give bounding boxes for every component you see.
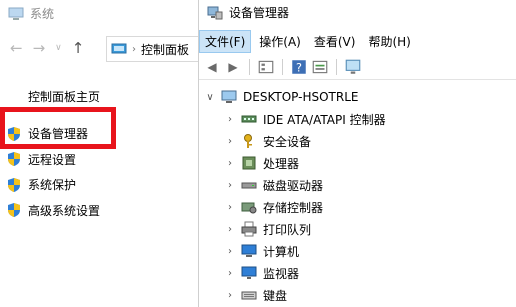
device-tree: ∨ DESKTOP-HSOTRLE › IDE ATA/ATAPI 控制器 › bbox=[199, 86, 516, 306]
toolbar-separator bbox=[249, 58, 250, 75]
monitor-icon[interactable] bbox=[344, 58, 362, 76]
chevron-right-icon[interactable]: › bbox=[225, 246, 235, 257]
shield-icon bbox=[8, 177, 20, 192]
chevron-right-icon[interactable]: › bbox=[225, 114, 235, 125]
menu-action[interactable]: 操作(A) bbox=[254, 31, 306, 52]
computer-name: DESKTOP-HSOTRLE bbox=[243, 90, 359, 104]
shield-icon bbox=[8, 203, 20, 218]
ide-controller-icon bbox=[241, 115, 257, 123]
chevron-right-icon[interactable]: › bbox=[225, 202, 235, 213]
device-manager-title: 设备管理器 bbox=[229, 6, 290, 20]
menu-help[interactable]: 帮助(H) bbox=[363, 31, 415, 52]
chevron-right-icon[interactable]: › bbox=[225, 158, 235, 169]
system-protection-link-label: 系统保护 bbox=[28, 178, 77, 193]
system-window: 系统 ← → ∨ ↑ › 控制面板 控制面板主页 设备管理器 远程设置 系统保护… bbox=[0, 0, 198, 307]
tree-root-node[interactable]: ∨ DESKTOP-HSOTRLE bbox=[199, 86, 516, 108]
shield-icon bbox=[8, 152, 20, 167]
nav-buttons: ← → ∨ ↑ bbox=[10, 40, 84, 56]
back-icon[interactable]: ◀ bbox=[203, 58, 221, 76]
tree-item-label: 安全设备 bbox=[263, 134, 312, 149]
tree-item-storage-controllers[interactable]: › 存储控制器 bbox=[199, 196, 516, 218]
tree-item-label: 磁盘驱动器 bbox=[263, 178, 324, 193]
tree-item-label: 键盘 bbox=[263, 288, 288, 303]
recent-dropdown-icon[interactable]: ∨ bbox=[55, 40, 62, 56]
keyboard-icon bbox=[241, 291, 257, 300]
control-panel-icon bbox=[111, 43, 127, 54]
up-icon[interactable]: ↑ bbox=[72, 40, 85, 56]
tree-item-ide-controllers[interactable]: › IDE ATA/ATAPI 控制器 bbox=[199, 108, 516, 130]
device-manager-window: 设备管理器 文件(F) 操作(A) 查看(V) 帮助(H) ◀ ▶ ? ∨ DE… bbox=[198, 0, 516, 307]
menu-file[interactable]: 文件(F) bbox=[199, 29, 252, 53]
system-icon bbox=[8, 7, 24, 20]
tree-item-processors[interactable]: › 处理器 bbox=[199, 152, 516, 174]
forward-icon[interactable]: ▶ bbox=[224, 58, 242, 76]
storage-controller-icon bbox=[241, 202, 257, 214]
computer-icon bbox=[241, 244, 257, 257]
tree-item-label: IDE ATA/ATAPI 控制器 bbox=[263, 112, 386, 127]
tree-item-disk-drives[interactable]: › 磁盘驱动器 bbox=[199, 174, 516, 196]
tree-item-security-devices[interactable]: › 安全设备 bbox=[199, 130, 516, 152]
print-queue-icon bbox=[241, 221, 257, 237]
menu-view[interactable]: 查看(V) bbox=[309, 31, 361, 52]
control-panel-home-link[interactable]: 控制面板主页 bbox=[28, 88, 100, 105]
tree-item-computer[interactable]: › 计算机 bbox=[199, 240, 516, 262]
chevron-right-icon[interactable]: › bbox=[225, 180, 235, 191]
advanced-system-settings-link-label: 高级系统设置 bbox=[28, 203, 101, 218]
properties-icon[interactable] bbox=[257, 58, 275, 76]
tree-item-monitors[interactable]: › 监视器 bbox=[199, 262, 516, 284]
highlight-box bbox=[0, 107, 116, 149]
address-text: 控制面板 bbox=[141, 42, 190, 57]
chevron-right-icon[interactable]: › bbox=[225, 268, 235, 279]
tree-item-label: 计算机 bbox=[263, 244, 300, 259]
system-title: 系统 bbox=[30, 7, 55, 21]
tree-item-keyboards[interactable]: › 键盘 bbox=[199, 284, 516, 306]
menu-bar: 文件(F) 操作(A) 查看(V) 帮助(H) bbox=[199, 29, 516, 53]
disk-drive-icon bbox=[241, 182, 257, 189]
chevron-down-icon[interactable]: ∨ bbox=[205, 92, 215, 103]
toolbar-separator bbox=[282, 58, 283, 75]
address-bar[interactable]: › 控制面板 bbox=[106, 36, 198, 62]
remote-settings-link[interactable]: 远程设置 bbox=[6, 147, 100, 173]
tree-item-label: 存储控制器 bbox=[263, 200, 324, 215]
svg-text:?: ? bbox=[296, 61, 302, 74]
chevron-right-icon[interactable]: › bbox=[225, 224, 235, 235]
remote-settings-link-label: 远程设置 bbox=[28, 152, 77, 167]
tree-item-label: 打印队列 bbox=[263, 222, 312, 237]
monitor-icon bbox=[241, 266, 257, 279]
security-device-icon bbox=[244, 134, 252, 148]
toolbar-separator bbox=[336, 58, 337, 75]
back-icon[interactable]: ← bbox=[10, 40, 23, 56]
help-icon[interactable]: ? bbox=[290, 58, 308, 76]
chevron-right-icon[interactable]: › bbox=[225, 136, 235, 147]
breadcrumb-separator-icon: › bbox=[132, 43, 136, 55]
advanced-system-settings-link[interactable]: 高级系统设置 bbox=[6, 198, 100, 224]
toolbar: ◀ ▶ ? bbox=[199, 54, 516, 80]
tree-item-label: 监视器 bbox=[263, 266, 300, 281]
computer-icon bbox=[221, 90, 237, 103]
system-title-bar: 系统 bbox=[8, 5, 54, 22]
tree-item-label: 处理器 bbox=[263, 156, 300, 171]
tree-item-print-queues[interactable]: › 打印队列 bbox=[199, 218, 516, 240]
update-icon[interactable] bbox=[311, 58, 329, 76]
chevron-right-icon[interactable]: › bbox=[225, 290, 235, 301]
device-manager-title-bar: 设备管理器 bbox=[207, 4, 289, 21]
device-manager-icon bbox=[207, 6, 223, 19]
system-protection-link[interactable]: 系统保护 bbox=[6, 172, 100, 198]
forward-icon[interactable]: → bbox=[33, 40, 46, 56]
processor-icon bbox=[242, 156, 256, 170]
